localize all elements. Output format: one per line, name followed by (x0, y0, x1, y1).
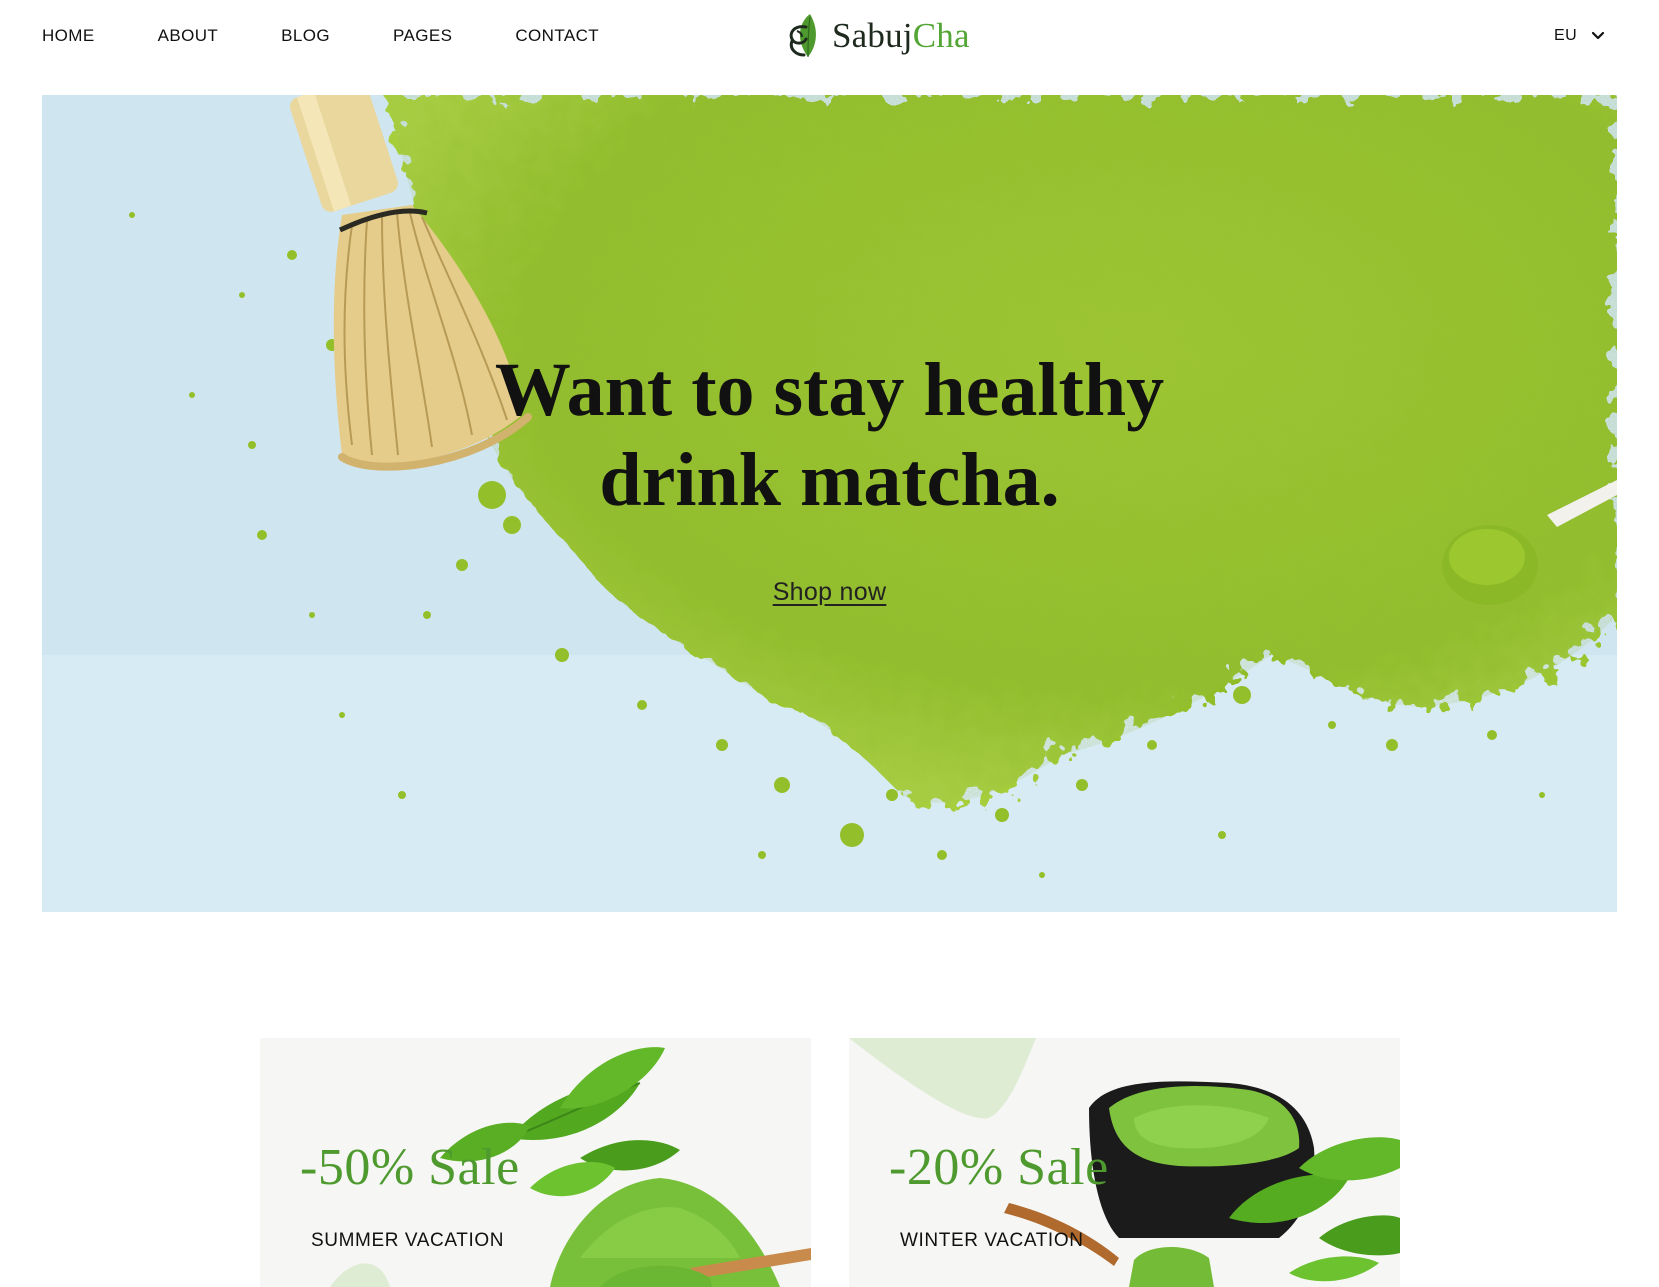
hero-title: Want to stay healthy drink matcha. (42, 345, 1617, 525)
logo-text-cha: Cha (912, 16, 970, 55)
tea-leaf-logo-icon (789, 14, 816, 58)
promo-subtitle-winter: WINTER VACATION (900, 1230, 1084, 1251)
promo-title-winter: -20% Sale (889, 1139, 1109, 1196)
nav-contact[interactable]: CONTACT (515, 26, 599, 46)
hero-cta: Shop now (42, 578, 1617, 607)
main-nav: HOME ABOUT BLOG PAGES CONTACT (42, 26, 662, 46)
nav-blog[interactable]: BLOG (281, 26, 330, 46)
promo-card-summer[interactable]: -50% Sale SUMMER VACATION (260, 1038, 811, 1287)
hero-banner: Want to stay healthy drink matcha. Shop … (42, 95, 1617, 912)
shop-now-link[interactable]: Shop now (773, 578, 887, 606)
promo-subtitle-summer: SUMMER VACATION (311, 1230, 505, 1251)
nav-home[interactable]: HOME (42, 26, 95, 46)
nav-about[interactable]: ABOUT (158, 26, 219, 46)
site-logo[interactable]: SabujCha (786, 10, 970, 62)
logo-wordmark: SabujCha (832, 16, 970, 56)
language-value: EU (1554, 27, 1578, 44)
promo-title-summer: -50% Sale (300, 1139, 520, 1196)
language-selector[interactable]: EU (1554, 27, 1605, 45)
chevron-down-icon (1592, 31, 1605, 40)
nav-pages[interactable]: PAGES (393, 26, 452, 46)
site-header: HOME ABOUT BLOG PAGES CONTACT SabujCha E… (0, 0, 1659, 76)
hero-title-line-1: Want to stay healthy (494, 348, 1165, 432)
promo-card-winter[interactable]: -20% Sale WINTER VACATION (849, 1038, 1400, 1287)
hero-title-line-2: drink matcha. (599, 438, 1060, 522)
logo-text-sabuj: Sabuj (832, 16, 913, 55)
